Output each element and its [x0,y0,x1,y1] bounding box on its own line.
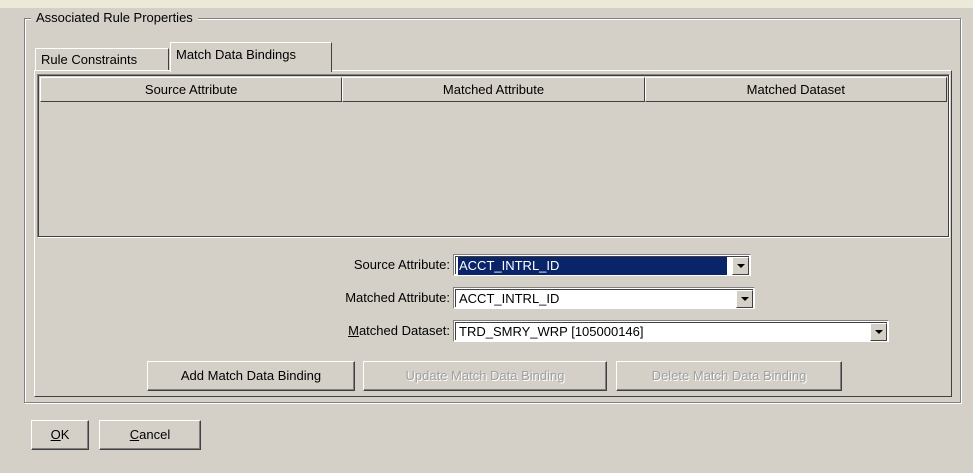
group-legend: Associated Rule Properties [31,10,198,26]
source-attribute-value: ACCT_INTRL_ID [458,257,727,275]
update-match-data-binding-button[interactable]: Update Match Data Binding [363,361,607,391]
source-attribute-label: Source Attribute: [353,257,450,272]
ok-button[interactable]: OK [31,420,89,450]
table-body[interactable] [40,102,947,235]
matched-dataset-combo[interactable]: TRD_SMRY_WRP [105000146] [453,320,889,342]
column-header-matched-attribute[interactable]: Matched Attribute [342,77,645,102]
source-attribute-combo[interactable]: ACCT_INTRL_ID [453,254,751,276]
column-header-matched-dataset[interactable]: Matched Dataset [644,77,947,102]
matched-dataset-label: Matched Dataset: [250,321,450,341]
cancel-label: ancel [139,427,171,442]
bindings-table: Source Attribute Matched Attribute Match… [37,74,950,238]
ok-label: K [60,427,70,442]
matched-dataset-label-text: atched Dataset: [358,323,450,338]
chevron-down-icon[interactable] [736,290,753,308]
chevron-down-icon[interactable] [870,323,887,341]
tab-rule-constraints[interactable]: Rule Constraints [35,48,169,70]
tab-match-data-bindings[interactable]: Match Data Bindings [170,42,332,72]
ok-mnemonic: O [50,427,61,442]
column-header-source-attribute[interactable]: Source Attribute [40,77,343,102]
cancel-mnemonic: C [129,427,140,442]
matched-dataset-value: TRD_SMRY_WRP [105000146] [459,324,644,339]
window-top-strip [0,0,973,8]
delete-match-data-binding-button[interactable]: Delete Match Data Binding [616,361,842,391]
table-header: Source Attribute Matched Attribute Match… [40,77,947,102]
cancel-button[interactable]: Cancel [99,420,201,450]
matched-attribute-label: Matched Attribute: [345,290,450,305]
chevron-down-icon[interactable] [732,257,749,275]
matched-attribute-combo[interactable]: ACCT_INTRL_ID [453,287,755,309]
matched-dataset-mnemonic: M [348,323,359,338]
matched-attribute-value: ACCT_INTRL_ID [459,291,560,306]
add-match-data-binding-button[interactable]: Add Match Data Binding [147,361,355,391]
